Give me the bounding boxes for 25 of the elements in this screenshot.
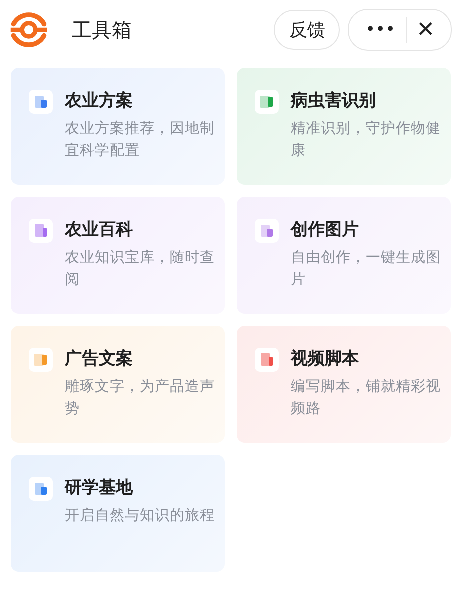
card-title: 病虫害识别: [291, 90, 377, 112]
tool-card[interactable]: 创作图片 自由创作，一键生成图片: [237, 197, 451, 314]
tool-card[interactable]: 病虫害识别 精准识别，守护作物健康: [237, 68, 451, 185]
tool-card[interactable]: 研学基地 开启自然与知识的旅程: [11, 455, 225, 572]
card-description: 农业知识宝库，随时查阅: [65, 248, 215, 290]
card-title: 研学基地: [65, 477, 134, 499]
card-description: 农业方案推荐，因地制宜科学配置: [65, 120, 215, 161]
feedback-button[interactable]: 反馈: [274, 10, 340, 50]
card-description: 精准识别，守护作物健康: [291, 120, 441, 161]
card-title: 农业方案: [65, 90, 134, 112]
tool-card[interactable]: 广告文案 雕琢文字，为产品造声势: [11, 326, 225, 443]
card-description: 雕琢文字，为产品造声势: [65, 378, 215, 419]
tool-card[interactable]: 视频脚本 编写脚本，铺就精彩视频路: [237, 326, 451, 443]
more-button[interactable]: •••: [355, 20, 406, 40]
card-title: 视频脚本: [291, 348, 360, 370]
card-description: 编写脚本，铺就精彩视频路: [291, 378, 441, 419]
card-description: 开启自然与知识的旅程: [65, 506, 215, 526]
close-button[interactable]: ✕: [406, 18, 445, 42]
window-title: 工具箱: [72, 16, 132, 44]
tool-card[interactable]: 农业百科 农业知识宝库，随时查阅: [11, 197, 225, 314]
card-title: 广告文案: [65, 348, 134, 370]
card-title: 农业百科: [65, 219, 134, 241]
tool-card[interactable]: 农业方案 农业方案推荐，因地制宜科学配置: [11, 68, 225, 185]
card-title: 创作图片: [291, 219, 360, 241]
card-description: 自由创作，一键生成图片: [291, 249, 441, 290]
